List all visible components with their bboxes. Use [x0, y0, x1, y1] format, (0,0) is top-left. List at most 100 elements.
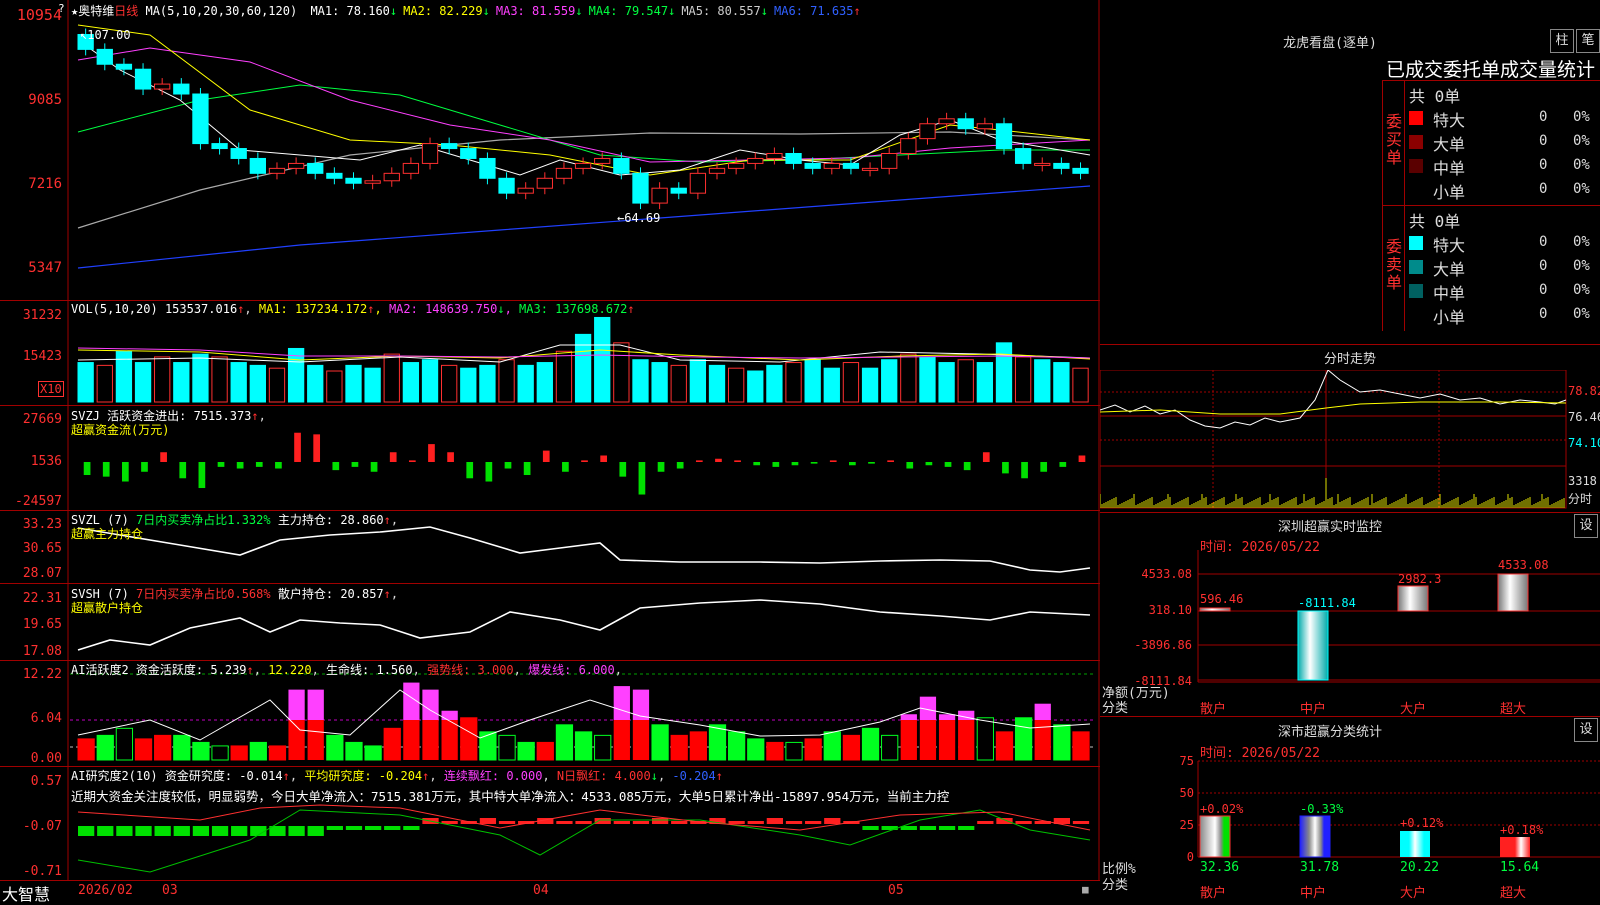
- lhb-title: 龙虎看盘(逐单): [1283, 36, 1377, 51]
- svzj-bar: [772, 462, 780, 467]
- fenshi-y-0: 78.82: [1568, 384, 1600, 398]
- sz-monitor-settings-button[interactable]: 设: [1574, 514, 1598, 538]
- lock-icon[interactable]: ■: [1082, 883, 1089, 896]
- candle: [670, 187, 687, 194]
- vol-bar: [517, 364, 534, 403]
- buy-rows-pct-1: 0%: [1573, 133, 1590, 149]
- vol-bar: [307, 364, 324, 403]
- brand-label[interactable]: 大智慧: [2, 881, 50, 905]
- sell-rows-swatch-1: [1409, 260, 1423, 274]
- vol-bar: [211, 356, 228, 403]
- sell-rows-label-0: 特大: [1433, 236, 1466, 255]
- class-y-1: 50: [1179, 786, 1194, 800]
- class-chg-3: +0.18%: [1500, 823, 1544, 837]
- svzj-bar: [734, 460, 741, 462]
- ai2-bar: [326, 826, 343, 830]
- vol-bar: [861, 367, 879, 403]
- vol-bar: [938, 362, 955, 403]
- candle: [900, 138, 917, 155]
- ai1-bar: [555, 724, 574, 761]
- svzj-bar: [562, 462, 569, 472]
- ai2-bar: [345, 826, 363, 830]
- candle: [249, 157, 266, 174]
- ai1-bar: [192, 741, 210, 761]
- vol-bar: [804, 359, 821, 403]
- fenshi-chart[interactable]: [1100, 370, 1600, 510]
- candle: [115, 63, 133, 70]
- sell-side-label: 委卖单: [1386, 237, 1403, 292]
- low-label: ←64.69: [617, 211, 661, 225]
- candle: [345, 177, 362, 184]
- candle: [287, 162, 305, 169]
- candle: [402, 162, 420, 174]
- ai2-bar: [785, 821, 803, 824]
- candle: [479, 157, 496, 179]
- svzl-line: [77, 526, 1091, 573]
- candle: [632, 172, 649, 204]
- x-label-2: 04: [533, 883, 549, 898]
- buy-rows-swatch-1: [1409, 135, 1423, 149]
- sell-rows-pct-3: 0%: [1573, 306, 1590, 322]
- sell-rows-swatch-0: [1409, 236, 1423, 250]
- svzj-bar: [83, 462, 91, 476]
- buy-rows-qty-3: 0: [1539, 181, 1548, 197]
- ai2-bar: [479, 818, 497, 824]
- lhb-sell-block: 委卖单 共 0单 特大 0 0% 大单 0 0% 中单 0 0% 小单 0 0%: [1382, 205, 1600, 331]
- vol-bar: [479, 364, 496, 403]
- chart-canvas[interactable]: [0, 0, 1100, 880]
- svzj-bar: [236, 462, 244, 469]
- left-chart-area[interactable]: 10954 9085 7216 5347 ? ★奥特维日线 MA(5,10,20…: [0, 0, 1100, 880]
- sz-val-3: 4533.08: [1498, 558, 1549, 572]
- svzj-bar: [695, 460, 703, 462]
- svzj-bar: [1002, 462, 1009, 474]
- ai1-bar: [403, 720, 420, 760]
- stock-name[interactable]: ★奥特维: [71, 4, 114, 18]
- help-icon[interactable]: ?: [58, 2, 65, 15]
- vol-bar: [77, 362, 94, 403]
- svzj-bar: [370, 462, 378, 472]
- ai1-bar: [574, 731, 593, 761]
- candle: [689, 172, 707, 194]
- svzj-bar: [676, 462, 684, 469]
- ai1-bar-top: [288, 689, 305, 720]
- class-bar-zhonghu: [1299, 815, 1331, 858]
- sell-rows-qty-0: 0: [1539, 234, 1548, 250]
- ai2-bar: [498, 821, 516, 824]
- tick-view-button[interactable]: 笔: [1576, 29, 1600, 53]
- bar-view-button[interactable]: 柱: [1550, 29, 1574, 53]
- ai1-bar: [766, 741, 784, 761]
- buy-total: 共 0单: [1409, 87, 1461, 106]
- vol-bar: [900, 353, 917, 403]
- ai2-note: 近期大资金关注度较低，明显弱势，今日大单净流入：7515.381万元，其中特大单…: [71, 789, 950, 804]
- ai2-bar: [938, 826, 956, 830]
- ai1-bar: [900, 720, 917, 760]
- svzj-bar: [1040, 462, 1048, 472]
- svzj-bar: [141, 462, 148, 472]
- class-cat-0: 散户: [1200, 886, 1227, 901]
- vol-unit-badge: X10: [38, 381, 64, 397]
- ai2-bar: [231, 826, 248, 836]
- class-cat-3: 超大: [1500, 886, 1527, 901]
- vol-bar: [651, 362, 668, 403]
- period-label[interactable]: 日线: [114, 4, 138, 18]
- vol-bar: [708, 364, 726, 403]
- candle: [881, 153, 898, 169]
- ai1-bar: [1034, 720, 1051, 760]
- svzj-bar: [944, 462, 952, 467]
- class-y-2: 25: [1179, 818, 1194, 832]
- candle: [976, 123, 994, 130]
- class-ylabel-2: 分类: [1102, 878, 1129, 893]
- ai2-bar: [862, 826, 879, 830]
- sz-class-settings-button[interactable]: 设: [1574, 718, 1598, 742]
- svzj-bar: [600, 455, 608, 462]
- ai1-y-1: 6.04: [30, 711, 62, 726]
- ai2-bar: [881, 826, 898, 830]
- ai1-bar: [995, 731, 1014, 761]
- ai1-bar: [613, 720, 630, 760]
- vol-bar: [670, 364, 687, 403]
- svzj-bar: [351, 462, 359, 467]
- ai1-bar: [785, 741, 803, 761]
- ai2-bar: [613, 821, 630, 824]
- main-y-label-1: 9085: [28, 92, 62, 108]
- svzj-bar: [810, 462, 818, 464]
